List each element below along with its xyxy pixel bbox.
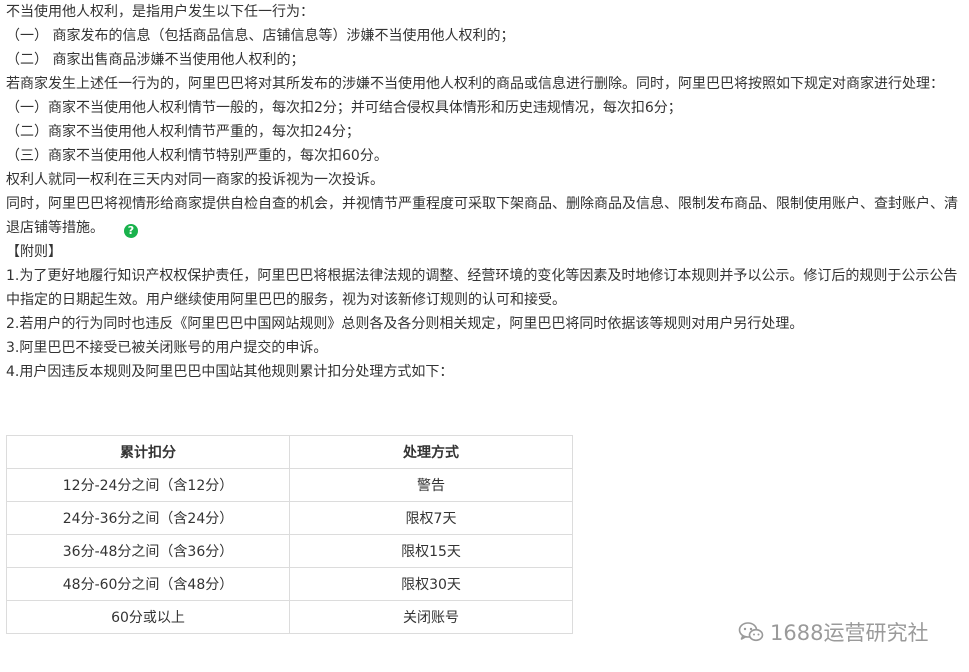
action-cell: 关闭账号 <box>289 600 573 634</box>
table-row: 48分-60分之间（含48分） 限权30天 <box>6 567 573 601</box>
score-cell: 36分-48分之间（含36分） <box>6 534 290 568</box>
appendix-item: 4.用户因违反本规则及阿里巴巴中国站其他规则累计扣分处理方式如下： <box>6 364 454 380</box>
table-row: 24分-36分之间（含24分） 限权7天 <box>6 501 573 535</box>
watermark: 1688运营研究社 <box>738 617 928 647</box>
appendix-item: 3.阿里巴巴不接受已被关闭账号的用户提交的申诉。 <box>6 340 328 356</box>
score-cell: 48分-60分之间（含48分） <box>6 567 290 601</box>
list-item: （二） 商家出售商品涉嫌不当使用他人权利的； <box>6 52 305 68</box>
action-cell: 限权15天 <box>289 534 573 568</box>
action-cell: 限权30天 <box>289 567 573 601</box>
table-header-row: 累计扣分 处理方式 <box>6 435 573 469</box>
paragraph-complaint: 权利人就同一权利在三天内对同一商家的投诉视为一次投诉。 <box>6 172 384 188</box>
score-cell: 24分-36分之间（含24分） <box>6 501 290 535</box>
column-header-score: 累计扣分 <box>6 435 290 469</box>
score-cell: 12分-24分之间（含12分） <box>6 468 290 502</box>
table-row: 12分-24分之间（含12分） 警告 <box>6 468 573 502</box>
list-item: （二）商家不当使用他人权利情节严重的，每次扣24分； <box>6 124 360 140</box>
penalty-table: 累计扣分 处理方式 12分-24分之间（含12分） 警告 24分-36分之间（含… <box>6 435 573 634</box>
list-item: （一） 商家发布的信息（包括商品信息、店铺信息等）涉嫌不当使用他人权利的； <box>6 28 515 44</box>
action-cell: 限权7天 <box>289 501 573 535</box>
appendix-item: 2.若用户的行为同时也违反《阿里巴巴中国网站规则》总则各及各分则相关规定，阿里巴… <box>6 316 804 332</box>
list-item: （三）商家不当使用他人权利情节特别严重的，每次扣60分。 <box>6 148 388 164</box>
watermark-text: 1688运营研究社 <box>770 621 929 645</box>
table-row: 60分或以上 关闭账号 <box>6 600 573 634</box>
action-cell: 警告 <box>289 468 573 502</box>
appendix-item: 1.为了更好地履行知识产权权保护责任，阿里巴巴将根据法律法规的调整、经营环境的变… <box>6 268 958 308</box>
list-item: （一）商家不当使用他人权利情节一般的，每次扣2分；并可结合侵权具体情形和历史违规… <box>6 100 682 116</box>
help-icon[interactable]: ? <box>124 224 138 238</box>
paragraph-measures: 同时，阿里巴巴将视情形给商家提供自检自查的机会，并视情节严重程度可采取下架商品、… <box>6 192 961 240</box>
column-header-action: 处理方式 <box>289 435 573 469</box>
table-row: 36分-48分之间（含36分） 限权15天 <box>6 534 573 568</box>
paragraph-definition: 不当使用他人权利，是指用户发生以下任一行为： <box>6 4 314 20</box>
section-heading-appendix: 【附则】 <box>6 244 62 260</box>
paragraph-measures-text: 同时，阿里巴巴将视情形给商家提供自检自查的机会，并视情节严重程度可采取下架商品、… <box>6 196 958 236</box>
document-body: 不当使用他人权利，是指用户发生以下任一行为： （一） 商家发布的信息（包括商品信… <box>6 0 961 384</box>
paragraph-handling: 若商家发生上述任一行为的，阿里巴巴将对其所发布的涉嫌不当使用他人权利的商品或信息… <box>6 76 944 92</box>
score-cell: 60分或以上 <box>6 600 290 634</box>
wechat-icon <box>738 622 764 642</box>
